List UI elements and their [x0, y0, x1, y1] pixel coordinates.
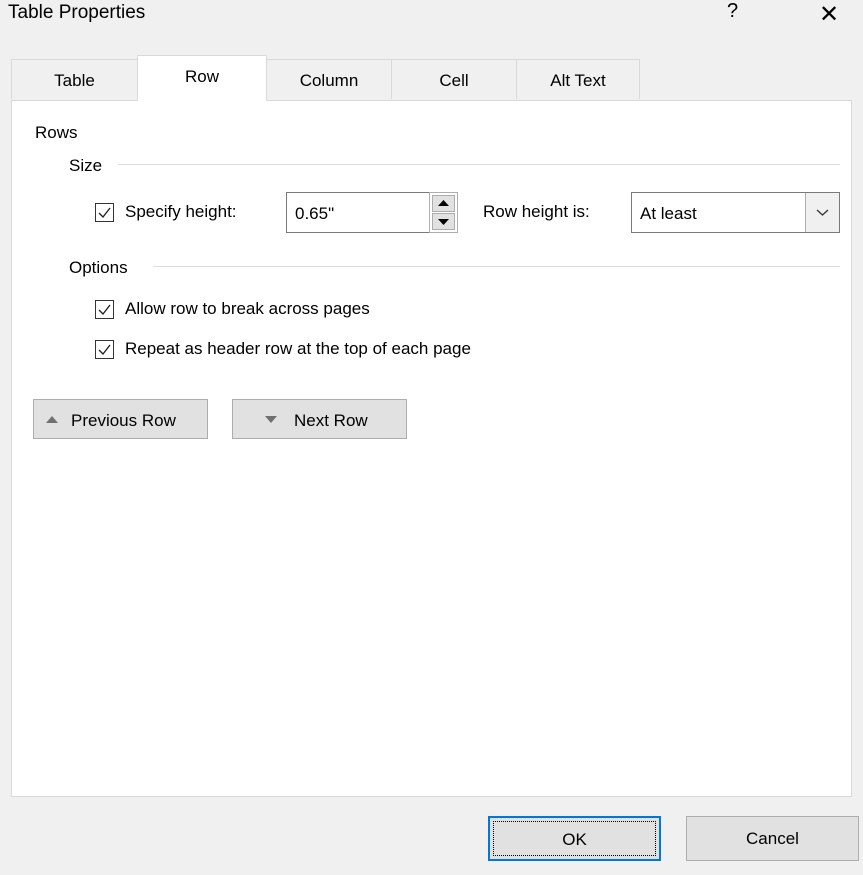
repeat-header-label[interactable]: Repeat as header row at the top of each …: [125, 339, 471, 359]
help-icon[interactable]: ?: [727, 0, 738, 23]
row-height-select-value: At least: [640, 204, 697, 223]
triangle-down-icon: [438, 219, 449, 225]
chevron-down-icon[interactable]: [805, 193, 839, 232]
tab-table[interactable]: Table: [11, 59, 138, 99]
spin-down-button[interactable]: [432, 213, 455, 230]
height-spinner[interactable]: [429, 192, 458, 233]
allow-break-label[interactable]: Allow row to break across pages: [125, 299, 370, 319]
dialog-title: Table Properties: [8, 2, 146, 23]
checkmark-icon: [98, 207, 111, 219]
checkmark-icon: [98, 344, 111, 356]
tab-label: Alt Text: [550, 71, 606, 90]
checkmark-icon: [98, 304, 111, 316]
ok-button[interactable]: OK: [488, 816, 661, 861]
repeat-header-checkbox[interactable]: [95, 340, 114, 359]
close-icon[interactable]: ✕: [819, 0, 839, 29]
triangle-down-icon: [265, 416, 277, 423]
size-divider: [118, 164, 840, 165]
height-input[interactable]: 0.65": [286, 192, 430, 233]
cancel-label: Cancel: [746, 829, 799, 848]
triangle-up-icon: [438, 200, 449, 206]
tab-label: Row: [184, 67, 219, 86]
tab-column[interactable]: Column: [266, 59, 392, 99]
options-heading: Options: [69, 258, 128, 277]
options-divider: [153, 266, 840, 267]
rows-heading: Rows: [35, 123, 78, 142]
tab-label: Cell: [439, 71, 469, 90]
cancel-button[interactable]: Cancel: [686, 816, 859, 861]
spin-up-button[interactable]: [432, 195, 455, 212]
tab-label: Column: [299, 71, 359, 90]
previous-row-label: Previous Row: [71, 411, 176, 430]
title-bar: Table Properties ? ✕: [0, 0, 863, 30]
tab-row[interactable]: Row: [137, 55, 267, 101]
next-row-button[interactable]: Next Row: [232, 399, 407, 439]
size-heading: Size: [69, 156, 103, 175]
specify-height-checkbox[interactable]: [95, 203, 114, 222]
tab-alt-text[interactable]: Alt Text: [516, 59, 640, 99]
specify-height-label[interactable]: Specify height:: [125, 202, 237, 222]
allow-break-checkbox[interactable]: [95, 300, 114, 319]
next-row-label: Next Row: [294, 411, 368, 430]
focus-ring: [493, 821, 656, 856]
triangle-up-icon: [46, 416, 58, 423]
tab-cell[interactable]: Cell: [391, 59, 517, 99]
previous-row-button[interactable]: Previous Row: [33, 399, 208, 439]
row-height-select[interactable]: At least: [631, 192, 840, 233]
row-height-is-label: Row height is:: [483, 202, 590, 221]
tab-label: Table: [54, 71, 95, 90]
